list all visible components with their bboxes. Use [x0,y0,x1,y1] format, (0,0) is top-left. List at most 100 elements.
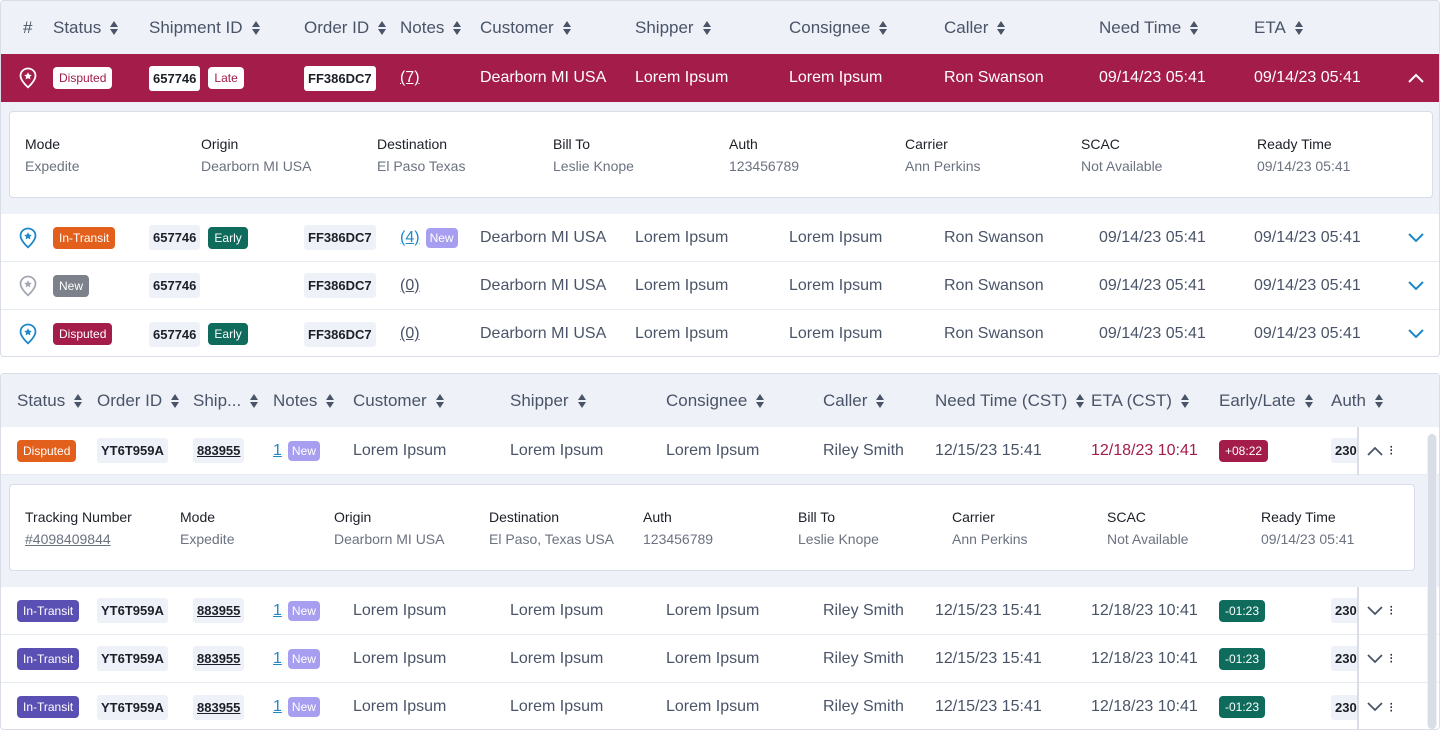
more-icon[interactable]: ⁝ [1389,683,1393,729]
notes-link[interactable]: 1 New [273,427,320,474]
more-icon[interactable]: ⁝ [1389,635,1393,682]
customer: Lorem Ipsum [353,601,447,619]
notes-link[interactable]: (0) [400,262,420,309]
notes-link[interactable]: (0) [400,310,420,356]
sort-icon[interactable] [997,20,1006,35]
chevron-down-icon[interactable] [1367,683,1383,729]
sort-icon[interactable] [453,20,462,35]
sort-icon[interactable] [171,393,180,408]
sort-icon[interactable] [1374,393,1384,408]
table-row[interactable]: In-Transit 657746 Early FF386DC7 (4) New D… [1,214,1439,262]
header-need-time[interactable]: Need Time (CST) [935,374,1085,427]
chevron-down-icon[interactable] [1367,635,1383,682]
more-icon[interactable]: ⁝ [1389,587,1393,634]
header-order-id[interactable]: Order ID [97,374,180,427]
shipment-link[interactable]: 883955 [193,587,245,634]
sort-icon[interactable] [876,393,885,408]
sticky-column-divider [1357,427,1359,475]
header-need-time[interactable]: Need Time [1099,1,1199,54]
shipment-link[interactable]: 883955 [193,427,245,474]
location-pin-icon[interactable] [18,262,38,309]
scrollbar-thumb[interactable] [1428,434,1436,729]
header-order-id[interactable]: Order ID [304,1,387,54]
detail-scac: SCAC Not Available [1081,136,1163,174]
chevron-up-icon[interactable] [1367,427,1383,474]
detail-ready-time: Ready Time 09/14/23 05:41 [1257,136,1351,174]
notes-link[interactable]: (7) [400,54,420,102]
sort-icon[interactable] [702,20,712,35]
chevron-down-icon[interactable] [1408,262,1424,309]
header-shipment-id[interactable]: Shipment ID [149,1,261,54]
header-notes[interactable]: Notes [400,1,462,54]
detail-bill-to: Bill To Leslie Knope [553,136,634,174]
order-id: YT6T959A [97,587,168,634]
header-eta[interactable]: ETA [1254,1,1304,54]
location-pin-icon[interactable] [18,214,38,261]
table-row[interactable]: In-Transit YT6T959A 883955 1 New Lorem Ip… [1,683,1439,729]
vertical-scrollbar[interactable] [1427,434,1437,729]
sort-icon[interactable] [1076,393,1085,408]
table-row[interactable]: Disputed 657746 Late FF386DC7 (7) Dearbor… [1,54,1439,102]
chevron-down-icon[interactable] [1367,587,1383,634]
shipper: Lorem Ipsum [635,276,729,294]
sort-icon[interactable] [1190,20,1199,35]
sort-icon[interactable] [562,20,572,35]
detail-carrier: Carrier Ann Perkins [905,136,981,174]
table-row[interactable]: Disputed YT6T959A 883955 1 New Lorem Ipsu… [1,427,1439,475]
sort-icon[interactable] [756,393,765,408]
table-row[interactable]: New 657746 FF386DC7 (0) Dearborn MI USA … [1,262,1439,310]
header-notes[interactable]: Notes [273,374,335,427]
sort-icon[interactable] [251,20,261,35]
header-status[interactable]: Status [53,1,119,54]
chevron-down-icon[interactable] [1408,214,1424,261]
header-caller[interactable]: Caller [944,1,1006,54]
sort-icon[interactable] [326,393,335,408]
sort-icon[interactable] [435,393,445,408]
shipment-link[interactable]: 883955 [193,635,245,682]
table-row[interactable]: Disputed 657746 Early FF386DC7 (0) Dearbo… [1,310,1439,356]
sort-icon[interactable] [1304,393,1314,408]
header-customer[interactable]: Customer [353,374,445,427]
header-shipment[interactable]: Ship... [193,374,259,427]
early-badge: Early [208,226,248,249]
chevron-up-icon[interactable] [1408,54,1424,102]
notes-link[interactable]: (4) New [400,214,458,261]
header-caller[interactable]: Caller [823,374,885,427]
sort-icon[interactable] [74,393,83,408]
header-customer[interactable]: Customer [480,1,572,54]
header-shipper[interactable]: Shipper [510,374,587,427]
order-id: FF386DC7 [304,214,376,261]
table-row[interactable]: In-Transit YT6T959A 883955 1 New Lorem Ip… [1,587,1439,635]
header-eta[interactable]: ETA (CST) [1091,374,1190,427]
shipment-link[interactable]: 883955 [193,683,245,729]
header-early-late[interactable]: Early/Late [1219,374,1314,427]
early-late-badge: -01:23 [1219,683,1266,729]
notes-link[interactable]: 1 New [273,635,320,682]
header-shipper[interactable]: Shipper [635,1,712,54]
new-badge: New [287,600,320,621]
shipper: Lorem Ipsum [635,228,729,246]
header-auth[interactable]: Auth [1331,374,1384,427]
sort-icon[interactable] [1294,20,1304,35]
location-pin-icon[interactable] [18,310,38,356]
header-consignee[interactable]: Consignee [789,1,888,54]
sort-icon[interactable] [110,20,119,35]
header-consignee[interactable]: Consignee [666,374,765,427]
caller: Riley Smith [823,601,904,619]
sort-icon[interactable] [250,393,259,408]
more-icon[interactable]: ⁝ [1389,427,1393,474]
header-status[interactable]: Status [17,374,83,427]
sort-icon[interactable] [1180,393,1190,408]
need-time: 09/14/23 05:41 [1099,276,1206,294]
sort-icon[interactable] [378,20,387,35]
customer: Lorem Ipsum [353,441,447,459]
status-badge: In-Transit [17,635,80,682]
chevron-down-icon[interactable] [1408,310,1424,356]
notes-link[interactable]: 1 New [273,587,320,634]
notes-link[interactable]: 1 New [273,683,320,729]
location-pin-icon[interactable] [18,54,38,102]
consignee: Lorem Ipsum [789,276,883,294]
sort-icon[interactable] [577,393,587,408]
sort-icon[interactable] [879,20,888,35]
table-row[interactable]: In-Transit YT6T959A 883955 1 New Lorem Ip… [1,635,1439,683]
